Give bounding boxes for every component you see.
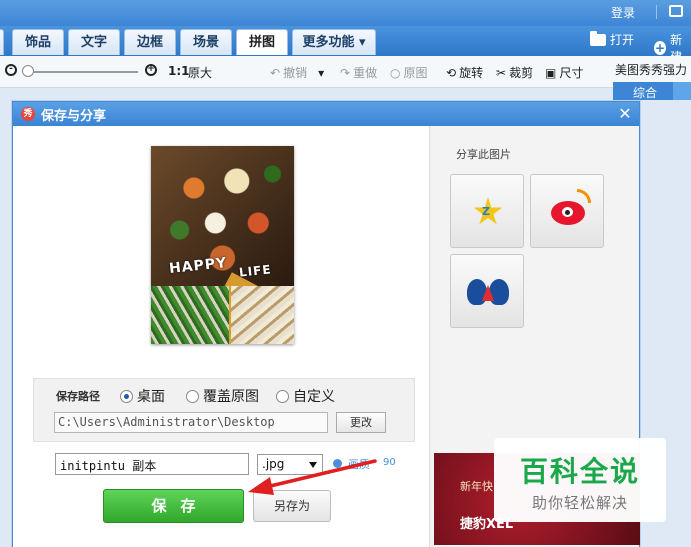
- original-label: 原图: [403, 66, 428, 80]
- share-title: 分享此图片: [456, 148, 511, 161]
- zoom-ratio[interactable]: 1:1: [168, 64, 190, 78]
- watermark-title: 百科全说: [519, 455, 640, 488]
- zoom-in-button[interactable]: +: [145, 64, 157, 76]
- zoom-out-button[interactable]: -: [5, 64, 17, 76]
- renren-icon: [467, 279, 509, 305]
- ad-text-top: 新年快: [460, 480, 493, 493]
- tab-accessories[interactable]: 饰品: [12, 29, 64, 55]
- radio-custom[interactable]: 自定义: [276, 386, 336, 406]
- weibo-pupil: [565, 210, 570, 215]
- zoom-slider-knob[interactable]: [22, 65, 34, 77]
- undo-button[interactable]: ↶ 撤销 ▾: [270, 64, 324, 81]
- photo-bottom-left: [151, 286, 229, 344]
- rotate-icon: ⟲: [446, 65, 457, 80]
- photo-preview: HAPPY LIFE: [151, 146, 294, 344]
- renren-right: [489, 279, 509, 305]
- renren-left: [467, 279, 487, 305]
- main-tab-bar: 饰品 文字 边框 场景 拼图 更多功能 ▾ 打开 + 新建: [0, 26, 691, 64]
- app-logo-icon: 秀: [21, 107, 35, 121]
- weibo-signal: [577, 189, 591, 203]
- zoom-in-icon: +: [145, 64, 157, 76]
- tab-collage[interactable]: 拼图: [236, 29, 288, 55]
- crop-label: 裁剪: [509, 66, 534, 80]
- tab-scenes[interactable]: 场景: [180, 29, 232, 55]
- dialog-title: 保存与分享: [41, 108, 107, 124]
- zoom-out-icon: -: [5, 64, 17, 76]
- original-size-button[interactable]: 原大: [188, 64, 212, 81]
- annotation-arrow: [248, 459, 377, 495]
- qzone-letter: Z: [482, 205, 490, 218]
- folder-icon: [590, 30, 606, 46]
- toolbar: - + 1:1 原大 ↶ 撤销 ▾ ↷ 重做 ○ 原图 ⟲ 旋转 ✂ 裁剪 ▣ 尺寸: [0, 56, 691, 88]
- message-icon[interactable]: [669, 5, 683, 17]
- redo-label: 重做: [353, 66, 378, 80]
- tab-general[interactable]: 综合: [633, 84, 657, 101]
- radio-custom-label: 自定义: [293, 389, 335, 405]
- save-path-field[interactable]: C:\Users\Administrator\Desktop: [54, 412, 328, 433]
- undo-label: 撤销: [283, 66, 308, 80]
- chevron-down-icon: ▾: [354, 35, 366, 50]
- close-icon[interactable]: ✕: [617, 106, 633, 122]
- watermark-subtitle: 助你轻松解决: [531, 494, 628, 512]
- rotate-label: 旋转: [459, 66, 484, 80]
- tab-more-label: 更多功能: [302, 35, 355, 50]
- save-button[interactable]: 保存: [103, 489, 244, 523]
- original-button[interactable]: ○ 原图: [390, 64, 428, 81]
- quality-value: 90: [383, 457, 396, 468]
- share-renren-button[interactable]: [450, 254, 524, 328]
- open-label: 打开: [610, 33, 635, 47]
- tab-more-features[interactable]: 更多功能 ▾: [292, 29, 376, 55]
- radio-overwrite-label: 覆盖原图: [203, 389, 259, 405]
- dialog-titlebar: 秀 保存与分享 ✕: [13, 102, 639, 126]
- radio-overwrite[interactable]: 覆盖原图: [186, 386, 262, 406]
- rotate-button[interactable]: ⟲ 旋转: [446, 64, 483, 81]
- chevron-down-icon: ▾: [318, 65, 325, 80]
- right-panel-tabs: 综合: [613, 82, 691, 100]
- right-panel-title: 美图秀秀强力: [615, 63, 688, 77]
- photo-bottom-right: [231, 286, 294, 344]
- radio-desktop-dot: [120, 389, 133, 403]
- undo-icon: ↶: [270, 65, 281, 80]
- baike-watermark: 百科全说 助你轻松解决: [494, 438, 666, 522]
- radio-overwrite-dot: [186, 389, 199, 403]
- resize-icon: ▣: [545, 65, 557, 80]
- size-label: 尺寸: [559, 66, 584, 80]
- radio-desktop-label: 桌面: [137, 389, 165, 405]
- share-qzone-button[interactable]: Z: [450, 174, 524, 248]
- save-path-box: 保存路径 桌面 覆盖原图 自定义 C:\Users\Administrator\…: [33, 378, 415, 442]
- zoom-slider-track[interactable]: [26, 71, 138, 73]
- redo-icon: ↷: [340, 65, 351, 80]
- size-button[interactable]: ▣ 尺寸: [545, 64, 583, 81]
- top-strip: 登录: [0, 0, 691, 26]
- tab-prev-fragment[interactable]: [0, 29, 4, 55]
- tab-text[interactable]: 文字: [68, 29, 120, 55]
- radio-custom-dot: [276, 389, 289, 403]
- filename-input[interactable]: initpintu 副本: [55, 453, 249, 475]
- plus-icon: +: [654, 41, 667, 55]
- redo-button[interactable]: ↷ 重做: [340, 64, 377, 81]
- open-button[interactable]: 打开: [590, 30, 635, 48]
- login-link[interactable]: 登录: [611, 4, 635, 21]
- share-weibo-button[interactable]: [530, 174, 604, 248]
- save-path-label: 保存路径: [56, 390, 100, 403]
- change-path-button[interactable]: 更改: [336, 412, 386, 433]
- scissors-icon: ✂: [496, 65, 507, 80]
- tab-frames[interactable]: 边框: [124, 29, 176, 55]
- circle-icon: ○: [390, 65, 401, 80]
- divider: [656, 5, 657, 19]
- crop-button[interactable]: ✂ 裁剪: [496, 64, 533, 81]
- radio-desktop[interactable]: 桌面: [120, 386, 165, 406]
- tab-next[interactable]: [673, 82, 691, 100]
